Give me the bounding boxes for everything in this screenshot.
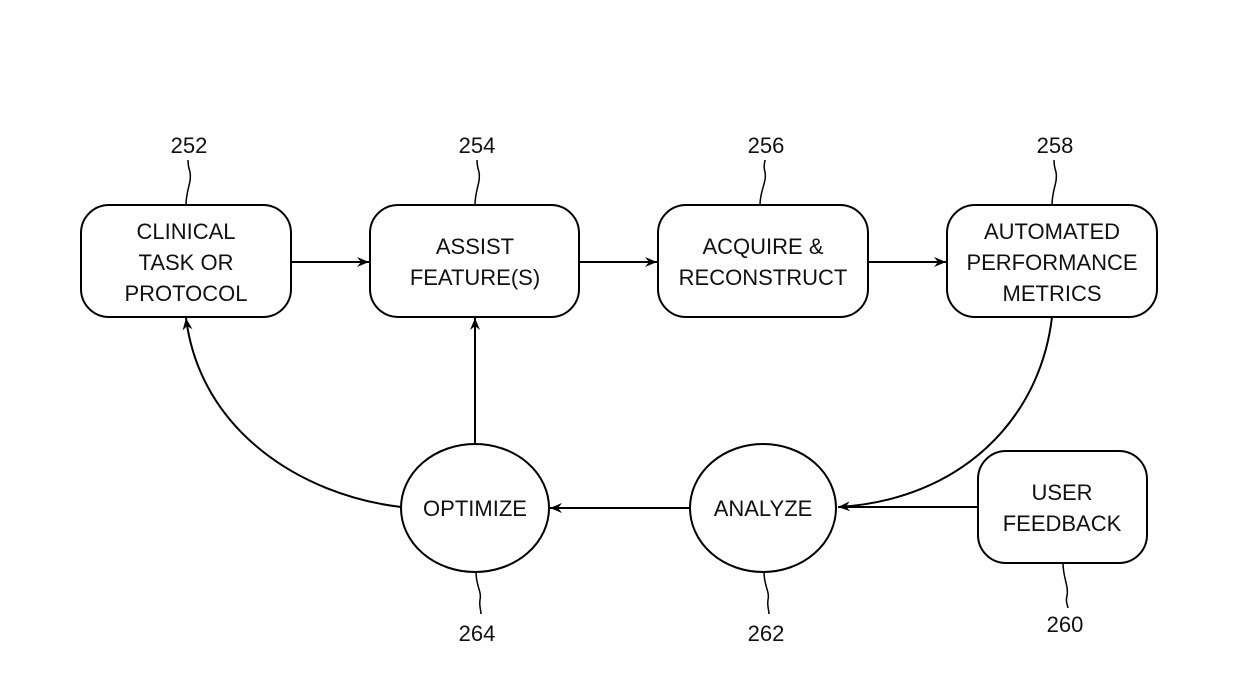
node-label-line: ASSIST: [436, 234, 514, 259]
node-automated-performance-metrics: AUTOMATED PERFORMANCE METRICS: [946, 204, 1158, 318]
edge-264-to-252: [182, 317, 402, 508]
node-label-line: OPTIMIZE: [423, 496, 527, 521]
reference-numeral: 254: [459, 133, 496, 158]
leader-line: [474, 159, 481, 206]
reference-numeral: 262: [748, 621, 785, 646]
flow-diagram: CLINICAL TASK OR PROTOCOL 252 ASSIST FEA…: [80, 133, 1158, 646]
node-user-feedback: USER FEEDBACK: [977, 450, 1148, 564]
leader-line: [759, 159, 767, 206]
reference-numeral: 260: [1047, 612, 1084, 637]
node-label-line: METRICS: [1003, 281, 1102, 306]
reference-numeral: 264: [459, 621, 496, 646]
leader-line: [763, 571, 770, 615]
node-label-line: ANALYZE: [714, 496, 813, 521]
node-label-line: USER: [1031, 480, 1092, 505]
node-clinical-task-or-protocol: CLINICAL TASK OR PROTOCOL: [80, 204, 292, 318]
node-label-line: PERFORMANCE: [966, 250, 1137, 275]
leader-line: [185, 159, 192, 206]
node-label-line: FEEDBACK: [1003, 511, 1122, 536]
leader-line: [1051, 159, 1058, 206]
node-acquire-reconstruct: ACQUIRE & RECONSTRUCT: [657, 204, 869, 318]
node-label-line: FEATURE(S): [410, 265, 540, 290]
node-label-line: RECONSTRUCT: [679, 265, 848, 290]
reference-numeral: 252: [171, 133, 208, 158]
leader-line: [475, 571, 482, 615]
node-label-line: AUTOMATED: [984, 219, 1120, 244]
node-label-line: PROTOCOL: [124, 281, 247, 306]
node-label-line: CLINICAL: [136, 219, 235, 244]
node-label-line: TASK OR: [139, 250, 234, 275]
node-label-line: ACQUIRE &: [702, 234, 823, 259]
reference-numeral: 258: [1037, 133, 1074, 158]
node-analyze: ANALYZE: [689, 443, 837, 573]
node-assist-features: ASSIST FEATURE(S): [369, 204, 580, 318]
node-optimize: OPTIMIZE: [400, 443, 550, 573]
reference-numeral: 256: [748, 133, 785, 158]
leader-line: [1062, 562, 1069, 609]
